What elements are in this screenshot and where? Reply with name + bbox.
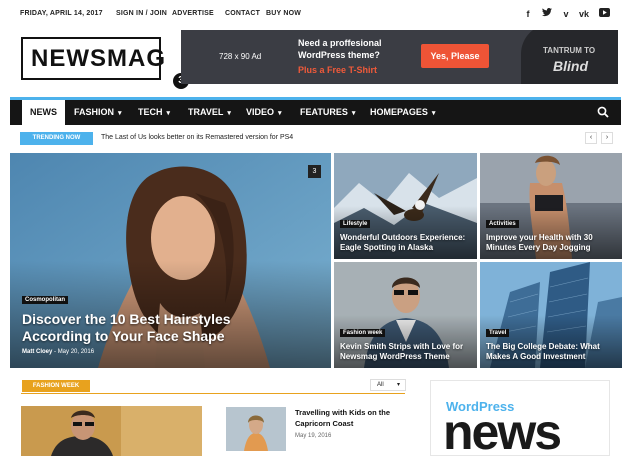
search-icon[interactable] (597, 106, 609, 118)
tile-title[interactable]: Improve your Health with 30 Minutes Ever… (486, 233, 618, 253)
nav-features-label: FEATURES (300, 107, 348, 117)
filter-value: All (377, 382, 384, 388)
chevron-down-icon: ▾ (118, 110, 122, 117)
nav-item-fashion[interactable]: FASHION ▾ (74, 100, 122, 125)
tile-title[interactable]: Wonderful Outdoors Experience: Eagle Spo… (340, 233, 472, 253)
trending-next-button[interactable]: › (601, 132, 613, 144)
facebook-icon[interactable]: f (522, 8, 534, 20)
tile-category[interactable]: Activities (486, 220, 519, 228)
nav-item-news[interactable]: NEWS (22, 100, 65, 125)
twitter-icon[interactable] (541, 8, 553, 20)
article-title[interactable]: Travelling with Kids on the Capricorn Co… (295, 407, 405, 429)
tile-category[interactable]: Lifestyle (340, 220, 371, 228)
shirt-word: Blind (553, 58, 588, 74)
trending-prev-button[interactable]: ‹ (585, 132, 597, 144)
nav-item-video[interactable]: VIDEO ▾ (246, 100, 282, 125)
featured-author[interactable]: Matt Cloey (22, 349, 52, 355)
vk-icon[interactable]: vk (578, 8, 590, 20)
ad-line-3: Plus a Free T-Shirt (298, 65, 378, 75)
article-date: May 19, 2016 (295, 433, 332, 439)
advertise-link[interactable]: ADVERTISE (172, 10, 214, 17)
chevron-down-icon: ▾ (227, 110, 231, 117)
chevron-down-icon: ▾ (351, 110, 356, 117)
nav-item-tech[interactable]: TECH ▾ (138, 100, 170, 125)
logo-text: NEWSMAG (31, 45, 166, 72)
article-image (226, 407, 286, 451)
sidebar-ad-news: news (443, 404, 562, 456)
tile-title[interactable]: The Big College Debate: What Makes A Goo… (486, 342, 618, 362)
nav-travel-label: TRAVEL (188, 107, 224, 117)
nav-item-homepages[interactable]: HOMEPAGES ▾ (370, 100, 435, 125)
featured-meta: Matt Cloey - May 20, 2016 (22, 349, 95, 355)
main-nav: NEWS FASHION ▾ TECH ▾ TRAVEL ▾ VIDEO ▾ FEATU… (10, 97, 621, 125)
chevron-down-icon: ▾ (278, 110, 282, 117)
post-tile[interactable]: Lifestyle Wonderful Outdoors Experience:… (334, 153, 477, 259)
site-logo[interactable]: NEWSMAG 3 (21, 37, 189, 92)
header-ad-banner[interactable]: 728 x 90 Ad Need a proffesional WordPres… (181, 30, 618, 84)
chevron-down-icon: ▾ (396, 382, 400, 388)
post-tile[interactable]: Travel The Big College Debate: What Make… (480, 262, 622, 368)
post-tile[interactable]: Fashion week Kevin Smith Strips with Lov… (334, 262, 477, 368)
nav-item-features[interactable]: FEATURES ▾ (300, 100, 355, 125)
vimeo-icon[interactable]: v (560, 8, 572, 20)
post-tile[interactable]: Activities Improve your Health with 30 M… (480, 153, 622, 259)
article-image (21, 406, 202, 456)
trending-bar: TRENDING NOW The Last of Us looks better… (20, 131, 622, 147)
featured-post[interactable]: Cosmopolitan Discover the 10 Best Hairst… (10, 153, 331, 368)
comment-count-badge[interactable]: 3 (308, 165, 321, 178)
nav-homepages-label: HOMEPAGES (370, 107, 428, 117)
featured-date: May 20, 2016 (57, 349, 95, 355)
nav-fashion-label: FASHION (74, 107, 115, 117)
trending-label: TRENDING NOW (20, 132, 93, 145)
tile-category[interactable]: Travel (486, 329, 510, 337)
ad-line-1: Need a proffesional (298, 38, 382, 48)
fashion-week-section-header: FASHION WEEK All ▾ (21, 379, 406, 395)
top-bar: FRIDAY, APRIL 14, 2017 SIGN IN / JOIN AD… (0, 0, 640, 30)
chevron-down-icon: ▾ (431, 110, 436, 117)
section-divider (21, 393, 405, 394)
nav-tech-label: TECH (138, 107, 163, 117)
chevron-down-icon: ▾ (166, 110, 171, 117)
tshirt-image: TANTRUM TO Blind (521, 30, 618, 84)
youtube-icon[interactable] (598, 8, 610, 20)
date-label: FRIDAY, APRIL 14, 2017 (20, 10, 103, 17)
nav-item-travel[interactable]: TRAVEL ▾ (188, 100, 231, 125)
featured-category[interactable]: Cosmopolitan (22, 296, 68, 304)
nav-news-label: NEWS (30, 107, 57, 117)
buy-now-link[interactable]: BUY NOW (266, 10, 301, 17)
shirt-top-text: TANTRUM TO (543, 46, 596, 55)
ad-size-label: 728 x 90 Ad (219, 52, 262, 61)
nav-video-label: VIDEO (246, 107, 275, 117)
sign-in-link[interactable]: SIGN IN / JOIN (116, 10, 167, 17)
article-thumbnail-large[interactable] (21, 406, 202, 456)
trending-headline[interactable]: The Last of Us looks better on its Remas… (101, 134, 293, 141)
ad-line-2: WordPress theme? (298, 50, 380, 60)
contact-link[interactable]: CONTACT (225, 10, 260, 17)
tile-title[interactable]: Kevin Smith Strips with Love for Newsmag… (340, 342, 472, 362)
sidebar-ad[interactable]: WordPress news (430, 380, 610, 456)
featured-title[interactable]: Discover the 10 Best Hairstyles Accordin… (22, 311, 262, 345)
ad-yes-please-button[interactable]: Yes, Please (421, 44, 489, 68)
section-badge: FASHION WEEK (22, 380, 90, 392)
tile-category[interactable]: Fashion week (340, 329, 386, 337)
article-thumbnail-small[interactable] (226, 407, 286, 451)
category-filter-dropdown[interactable]: All ▾ (370, 379, 406, 391)
